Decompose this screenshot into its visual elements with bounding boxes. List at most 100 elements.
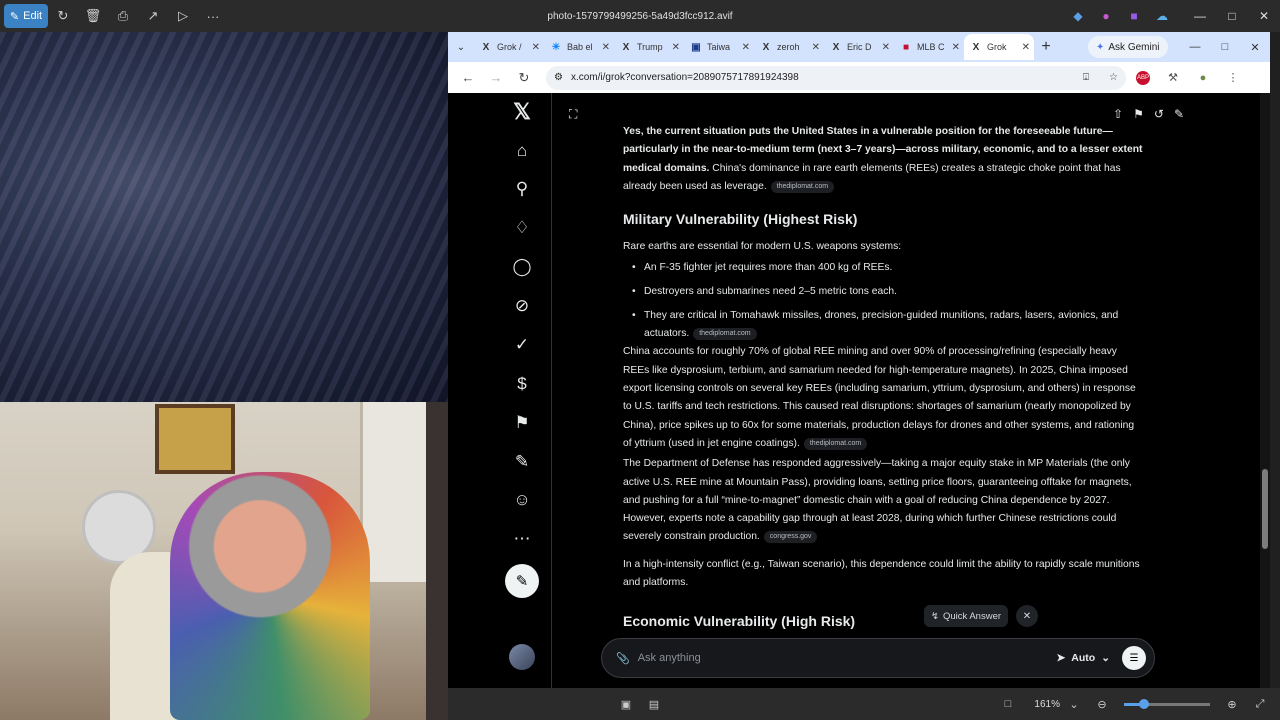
home-icon[interactable]: ⌂ [508,137,536,165]
tab[interactable]: X Trump ✕ [614,34,684,60]
app-tray-icon-1[interactable]: ◆ [1064,9,1092,23]
monetization-icon[interactable]: $ [508,370,536,398]
more-icon[interactable]: ⋯ [508,525,536,553]
tab-close-icon[interactable]: ✕ [532,42,540,53]
new-tab-button[interactable]: + [1034,38,1058,56]
search-icon[interactable]: ⚲ [508,175,536,203]
reload-icon[interactable]: ↻ [512,70,536,86]
citation-chip[interactable]: congress.gov [763,531,818,544]
grok-icon[interactable]: ⊘ [508,292,536,320]
scrollbar[interactable] [1260,93,1270,688]
share-conversation-icon[interactable]: ⇧ [1113,107,1123,121]
rotate-icon[interactable]: ↻ [48,4,78,28]
expand-icon[interactable]: ⛶ [569,107,577,122]
tab-strip: ⌄ X Grok / ✕ ☀ Bab el ✕ X Trump ✕ ▣ Taiw… [448,32,1270,62]
more-options-icon[interactable]: ··· [198,4,228,28]
bookmark-star-icon[interactable]: ☆ [1109,72,1118,83]
photo-viewer-toolbar: ✎ Edit ↻ 🗑 ⎙ ↗ ▷ ··· photo-1579799499256… [0,0,1280,32]
profile-avatar[interactable]: ● [1190,72,1216,84]
edit-label: Edit [23,10,43,22]
messages-icon[interactable]: ◯ [508,253,536,281]
tab[interactable]: X Grok / ✕ [474,34,544,60]
zoom-percent[interactable]: 161% [1022,699,1060,710]
profile-icon[interactable]: ☺ [508,486,536,514]
tab-close-icon[interactable]: ✕ [812,42,820,53]
forward-icon[interactable]: → [484,70,508,85]
tab-close-icon[interactable]: ✕ [672,42,680,53]
tab[interactable]: ▣ Taiwa ✕ [684,34,754,60]
citation-chip[interactable]: thediplomat.com [770,180,835,193]
tab-label: Grok [987,42,1007,52]
share-icon[interactable]: ↗ [138,4,168,28]
zoom-out-icon[interactable]: ⊖ [1088,698,1116,711]
zoom-slider[interactable] [1124,698,1210,709]
tab[interactable]: ■ MLB C ✕ [894,34,964,60]
quick-answer-button[interactable]: ↯ Quick Answer [924,605,1008,627]
ask-gemini-button[interactable]: ✦ Ask Gemini [1088,36,1168,58]
zoom-dropdown-icon[interactable]: ⌄ [1060,698,1088,711]
extensions-icon[interactable]: ⚒ [1160,71,1186,84]
articles-icon[interactable]: ✎ [508,448,536,476]
fullscreen-icon[interactable]: ⤢ [1246,698,1274,711]
tab[interactable]: ☀ Bab el ✕ [544,34,614,60]
print-icon[interactable]: ⎙ [108,4,138,28]
verified-icon[interactable]: ✓ [508,331,536,359]
site-info-icon[interactable]: ⚙ [554,72,563,83]
app-tray-icon-4[interactable]: ☁ [1148,9,1176,23]
streamer [170,472,370,720]
voice-mode-button[interactable]: ☰ [1122,646,1146,670]
app-tray-icon-3[interactable]: ■ [1120,9,1148,23]
bookmarks-icon[interactable]: ⚑ [508,409,536,437]
tab-close-icon[interactable]: ✕ [742,42,750,53]
bookmark-icon[interactable]: ⚑ [1133,107,1144,121]
crop-icon[interactable]: ▣ [612,698,640,711]
account-avatar[interactable] [509,644,535,670]
model-mode-selector[interactable]: ➤ Auto ⌄ [1056,652,1110,664]
address-bar[interactable]: ⚙ x.com/i/grok?conversation=208907571789… [546,65,1126,90]
browser-maximize-icon[interactable]: □ [1210,41,1240,54]
browser-close-icon[interactable]: ✕ [1240,41,1270,54]
dod-paragraph: The Department of Defense has responded … [623,455,1143,546]
fit-to-window-icon[interactable]: □ [994,698,1022,710]
ask-gemini-label: Ask Gemini [1108,41,1160,53]
delete-icon[interactable]: 🗑 [78,4,108,28]
minimize-icon[interactable]: — [1184,0,1216,32]
compose-post-button[interactable]: ✎ [505,564,539,598]
tab[interactable]: X zeroh ✕ [754,34,824,60]
slideshow-icon[interactable]: ▷ [168,4,198,28]
browser-minimize-icon[interactable]: — [1180,41,1210,54]
history-icon[interactable]: ↺ [1154,107,1164,121]
attach-icon[interactable]: 📎 [616,652,630,665]
maximize-icon[interactable]: □ [1216,0,1248,32]
edit-button[interactable]: ✎ Edit [4,4,48,28]
dismiss-quick-answer-icon[interactable]: ✕ [1016,605,1038,627]
visual-search-icon[interactable]: ▤ [640,698,668,711]
app-tray-icon-2[interactable]: ● [1092,9,1120,23]
tab-close-icon[interactable]: ✕ [952,42,960,53]
section-heading: Military Vulnerability (Highest Risk) [623,211,858,228]
bookshelf [360,402,426,582]
tab-search-icon[interactable]: ⌄ [448,42,474,53]
close-icon[interactable]: ✕ [1248,0,1280,32]
intro-paragraph: Yes, the current situation puts the Unit… [623,123,1143,196]
new-chat-icon[interactable]: ✎ [1174,107,1184,121]
notifications-icon[interactable]: ♢ [508,214,536,242]
adblock-icon[interactable]: ABP [1136,70,1150,85]
back-icon[interactable]: ← [456,70,480,85]
tab-close-icon[interactable]: ✕ [882,42,890,53]
install-app-icon[interactable]: ⍗ [1083,72,1089,83]
browser-menu-icon[interactable]: ⋮ [1220,71,1246,84]
citation-chip[interactable]: thediplomat.com [693,328,757,341]
scrollbar-thumb[interactable] [1262,469,1268,549]
x-logo-icon[interactable]: 𝕏 [508,98,536,126]
tab-close-icon[interactable]: ✕ [1022,42,1030,53]
ask-input[interactable]: 📎 Ask anything ➤ Auto ⌄ ☰ [601,638,1155,678]
tab-favicon: ■ [902,41,910,53]
citation-chip[interactable]: thediplomat.com [803,437,868,450]
x-sidebar: 𝕏 ⌂ ⚲ ♢ ◯ ⊘ ✓ $ ⚑ ✎ ☺ ⋯ ✎ [448,93,552,688]
zoom-in-icon[interactable]: ⊕ [1218,698,1246,711]
tab[interactable]: X Eric D ✕ [824,34,894,60]
tab-close-icon[interactable]: ✕ [602,42,610,53]
tab-active[interactable]: X Grok ✕ [964,34,1034,60]
zoom-slider-knob[interactable] [1138,698,1149,709]
